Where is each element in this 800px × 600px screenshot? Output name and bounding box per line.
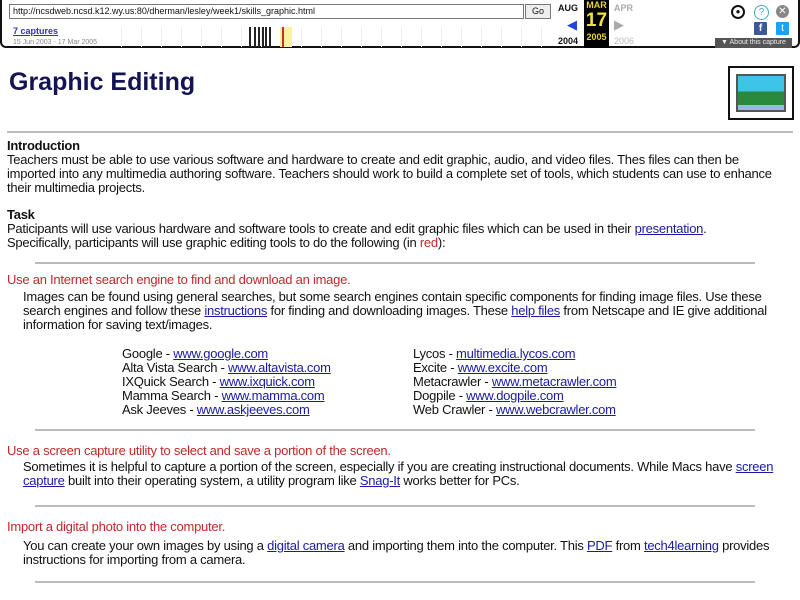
page-title: Graphic Editing xyxy=(9,68,195,97)
list-item: Metacrawler - www.metacrawler.com xyxy=(413,375,616,389)
digital-camera-link[interactable]: digital camera xyxy=(267,538,344,553)
instructions-link[interactable]: instructions xyxy=(204,303,267,318)
engine-link[interactable]: www.excite.com xyxy=(458,360,548,375)
intro-text: Teachers must be able to use various sof… xyxy=(7,152,772,195)
current-date: MAR 17 2005 xyxy=(584,0,609,48)
divider xyxy=(35,262,755,264)
tech4learning-link[interactable]: tech4learning xyxy=(644,538,719,553)
list-item: Alta Vista Search - www.altavista.com xyxy=(122,361,331,375)
help-icon[interactable]: ? xyxy=(754,5,769,20)
engine-link[interactable]: www.google.com xyxy=(173,346,268,361)
twitter-icon[interactable]: t xyxy=(776,22,789,35)
divider xyxy=(7,131,793,133)
engines-right: Lycos - multimedia.lycos.com Excite - ww… xyxy=(413,347,616,417)
prev-arrow-icon[interactable]: ◀ xyxy=(567,17,577,33)
step-1-text: Images can be found using general search… xyxy=(23,290,783,332)
help-files-link[interactable]: help files xyxy=(511,303,560,318)
engine-link[interactable]: www.ixquick.com xyxy=(220,374,315,389)
step-2-heading: Use a screen capture utility to select a… xyxy=(7,444,391,458)
wayback-toolbar: http://ncsdweb.ncsd.k12.wy.us:80/dherman… xyxy=(0,0,800,48)
picture-icon xyxy=(728,66,794,120)
list-item: Lycos - multimedia.lycos.com xyxy=(413,347,616,361)
list-item: Excite - www.excite.com xyxy=(413,361,616,375)
presentation-link[interactable]: presentation xyxy=(635,221,704,236)
engine-link[interactable]: www.dogpile.com xyxy=(466,388,563,403)
capture-sparkline[interactable] xyxy=(102,27,552,47)
red-word: red xyxy=(420,235,438,250)
task-text: Specifically, participants will use grap… xyxy=(7,235,420,250)
prev-month[interactable]: AUG xyxy=(558,3,578,13)
list-item: Mamma Search - www.mamma.com xyxy=(122,389,331,403)
url-input[interactable]: http://ncsdweb.ncsd.k12.wy.us:80/dherman… xyxy=(9,4,524,19)
go-button[interactable]: Go xyxy=(525,4,551,19)
step-3-text: You can create your own images by using … xyxy=(23,539,783,567)
step-3-heading: Import a digital photo into the computer… xyxy=(7,520,225,534)
engines-left: Google - www.google.com Alta Vista Searc… xyxy=(122,347,331,417)
engine-link[interactable]: multimedia.lycos.com xyxy=(456,346,575,361)
next-year: 2006 xyxy=(614,36,634,46)
list-item: Google - www.google.com xyxy=(122,347,331,361)
step-1-heading: Use an Internet search engine to find an… xyxy=(7,273,350,287)
prev-year[interactable]: 2004 xyxy=(558,36,578,46)
close-icon[interactable]: ✕ xyxy=(776,5,789,18)
step-2-text: Sometimes it is helpful to capture a por… xyxy=(23,460,783,488)
task-text: ): xyxy=(438,235,445,250)
engine-link[interactable]: www.altavista.com xyxy=(228,360,331,375)
list-item: Web Crawler - www.webcrawler.com xyxy=(413,403,616,417)
facebook-icon[interactable]: f xyxy=(754,22,767,35)
list-item: Dogpile - www.dogpile.com xyxy=(413,389,616,403)
task-section: Task Paticipants will use various hardwa… xyxy=(7,208,787,250)
divider xyxy=(35,505,755,507)
engine-link[interactable]: www.metacrawler.com xyxy=(492,374,617,389)
task-text: . xyxy=(703,221,706,236)
intro-heading: Introduction xyxy=(7,138,80,153)
next-arrow-icon: ▶ xyxy=(614,17,624,33)
captures-link[interactable]: 7 captures xyxy=(13,26,58,36)
user-icon[interactable]: ● xyxy=(731,5,745,19)
list-item: Ask Jeeves - www.askjeeves.com xyxy=(122,403,331,417)
task-text: Paticipants will use various hardware an… xyxy=(7,221,635,236)
pdf-link[interactable]: PDF xyxy=(587,538,612,553)
divider xyxy=(35,429,755,431)
list-item: IXQuick Search - www.ixquick.com xyxy=(122,375,331,389)
about-capture-button[interactable]: ▼ About this capture xyxy=(715,38,792,48)
engine-link[interactable]: www.askjeeves.com xyxy=(197,402,310,417)
task-heading: Task xyxy=(7,207,35,222)
divider xyxy=(35,581,755,583)
intro-section: Introduction Teachers must be able to us… xyxy=(7,139,787,195)
engine-link[interactable]: www.webcrawler.com xyxy=(496,402,616,417)
capture-range: 15 Jun 2003 - 17 Mar 2005 xyxy=(13,39,97,46)
next-month: APR xyxy=(614,3,633,13)
engine-link[interactable]: www.mamma.com xyxy=(222,388,325,403)
snag-it-link[interactable]: Snag-It xyxy=(360,473,400,488)
